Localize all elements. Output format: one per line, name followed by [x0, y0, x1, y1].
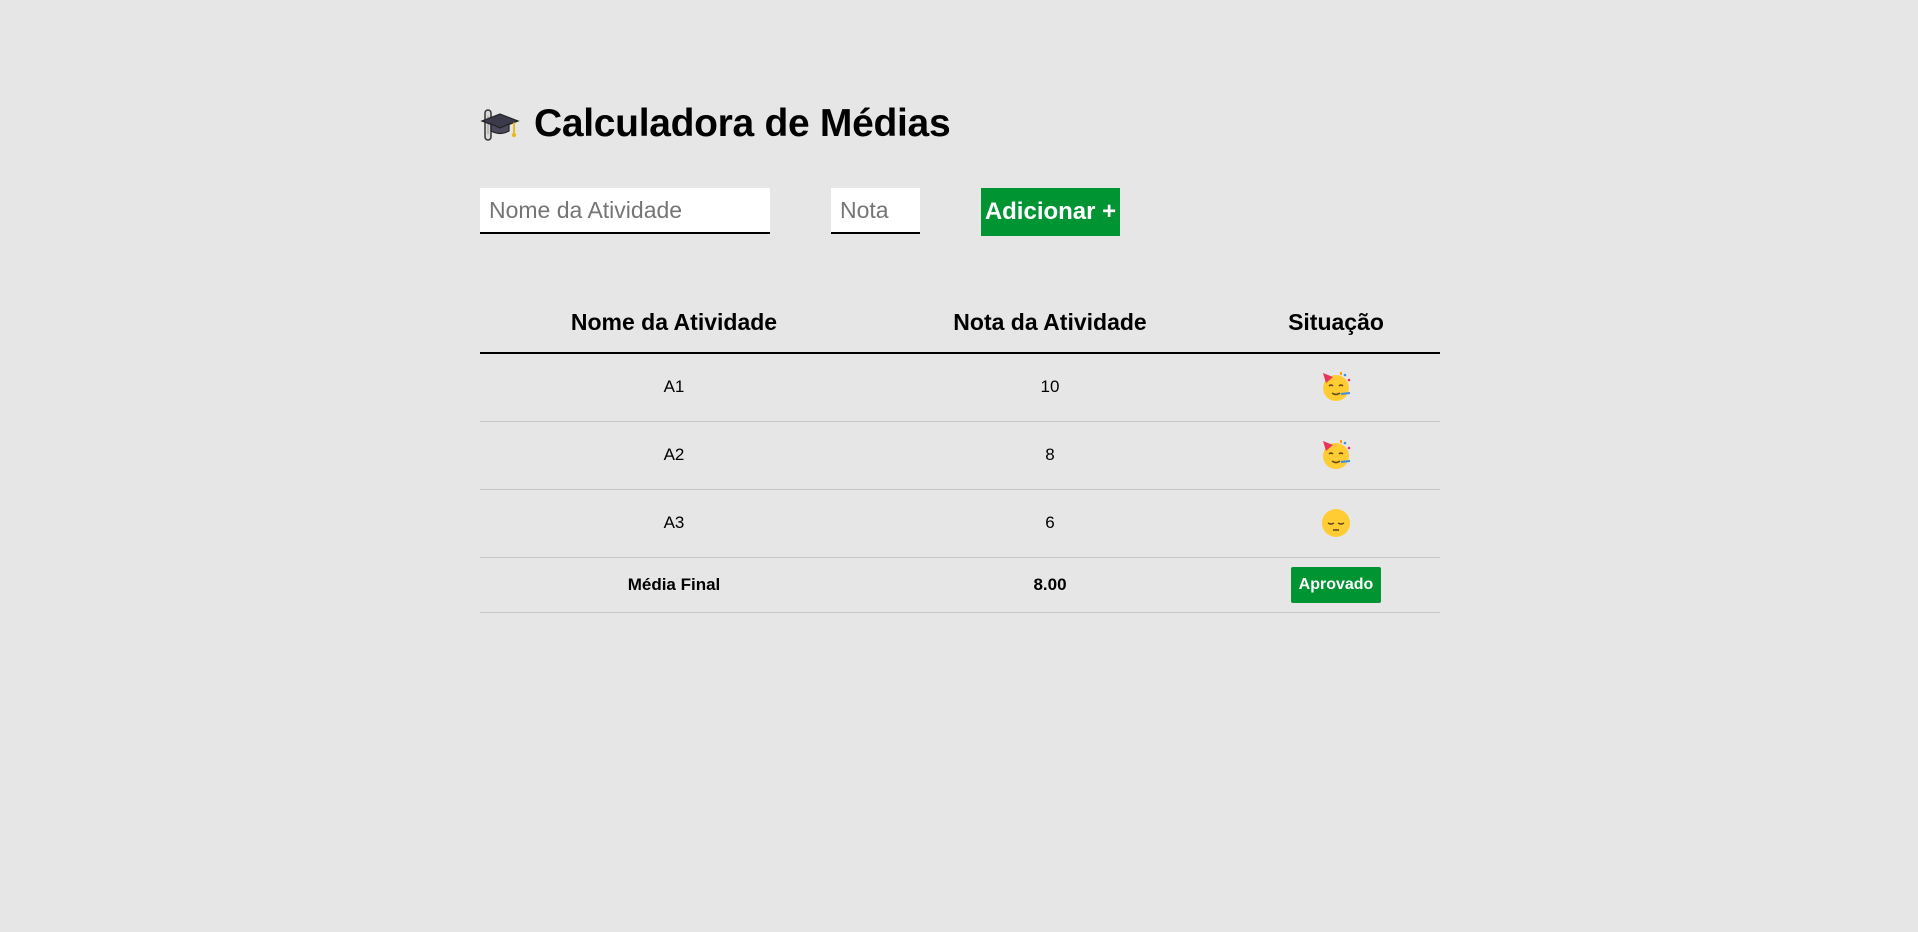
activity-name-input[interactable]	[480, 188, 770, 234]
final-average-value: 8.00	[868, 557, 1232, 613]
grade-input[interactable]	[831, 188, 920, 234]
party-face-icon	[1320, 371, 1352, 403]
activity-name-cell: A1	[480, 353, 868, 422]
table-row: A2 8	[480, 421, 1440, 490]
app-container: Calculadora de Médias Adicionar + Nome d…	[480, 100, 1440, 613]
final-average-row: Média Final 8.00 Aprovado	[480, 557, 1440, 613]
column-header-name: Nome da Atividade	[480, 292, 868, 354]
status-badge: Aprovado	[1290, 566, 1382, 603]
final-result-cell: Aprovado	[1232, 557, 1440, 613]
activity-grade-cell: 8	[868, 421, 1232, 490]
activity-grade-cell: 10	[868, 353, 1232, 422]
activity-status-cell	[1232, 353, 1440, 422]
party-face-icon	[1320, 439, 1352, 471]
activity-name-cell: A2	[480, 421, 868, 490]
header: Calculadora de Médias	[480, 100, 1440, 148]
add-button[interactable]: Adicionar +	[981, 188, 1120, 236]
table-row: A3 6	[480, 489, 1440, 558]
activities-table: Nome da Atividade Nota da Atividade Situ…	[480, 292, 1440, 613]
add-activity-form: Adicionar +	[480, 188, 1440, 236]
column-header-grade: Nota da Atividade	[868, 292, 1232, 354]
column-header-status: Situação	[1232, 292, 1440, 354]
graduation-cap-icon	[480, 104, 520, 144]
activity-grade-cell: 6	[868, 489, 1232, 558]
activity-status-cell	[1232, 421, 1440, 490]
pensive-face-icon	[1320, 507, 1352, 539]
table-row: A1 10	[480, 353, 1440, 422]
final-average-label: Média Final	[480, 557, 868, 613]
activity-name-cell: A3	[480, 489, 868, 558]
page-title: Calculadora de Médias	[534, 102, 951, 145]
activity-status-cell	[1232, 489, 1440, 558]
table-header-row: Nome da Atividade Nota da Atividade Situ…	[480, 292, 1440, 354]
